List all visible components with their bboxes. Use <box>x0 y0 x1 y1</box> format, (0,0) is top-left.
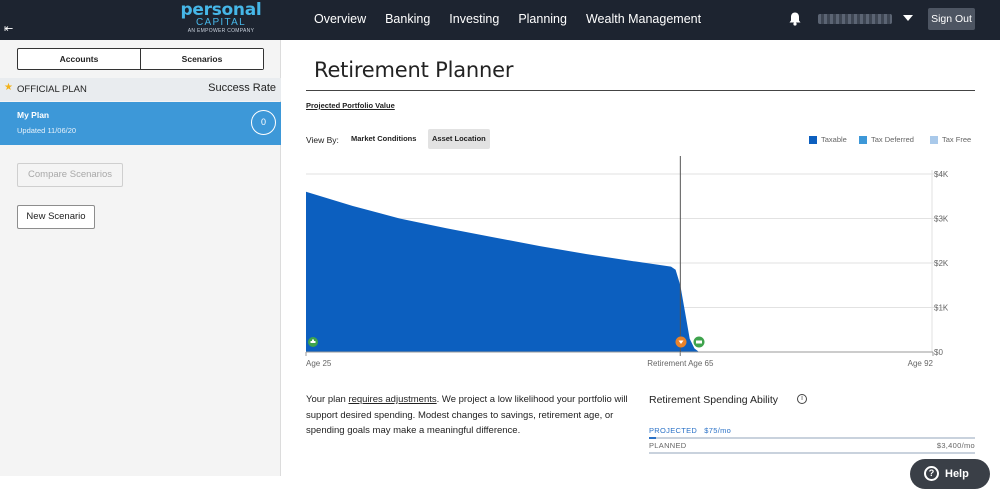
top-nav-bar: ⇤ personal CAPITAL AN EMPOWER COMPANY Ov… <box>0 0 1000 40</box>
x-tick-label: Age 92 <box>908 359 934 368</box>
user-name-redacted[interactable] <box>818 14 892 24</box>
planned-amount: $3,400/mo <box>936 441 975 450</box>
tab-scenarios[interactable]: Scenarios <box>140 49 263 69</box>
projected-label: PROJECTED <box>649 426 698 435</box>
view-by-label: View By: <box>306 135 339 145</box>
legend-label-tax-deferred: Tax Deferred <box>871 135 914 144</box>
plan-item-my-plan[interactable]: My Plan Updated 11/06/20 0 <box>0 102 281 145</box>
milestone-icon-spending[interactable] <box>693 336 705 348</box>
y-tick-label: $3K <box>934 215 949 224</box>
portfolio-value-chart[interactable]: $0$1K$2K$3K$4K Age 25 Retirement Age 65 Ag… <box>300 150 980 372</box>
legend-item-tax-free[interactable]: Tax Free <box>930 135 971 144</box>
logo-tagline: AN EMPOWER COMPANY <box>187 28 255 34</box>
help-question-icon: ? <box>924 466 939 481</box>
help-button[interactable]: ? Help <box>910 459 990 489</box>
x-tick-label: Age 25 <box>306 359 332 368</box>
legend-item-tax-deferred[interactable]: Tax Deferred <box>859 135 914 144</box>
milestone-icon-retirement[interactable] <box>675 336 687 348</box>
logo[interactable]: personal CAPITAL AN EMPOWER COMPANY <box>176 1 266 35</box>
star-icon: ★ <box>4 82 13 93</box>
view-by-market-conditions[interactable]: Market Conditions <box>347 129 420 149</box>
page-title: Retirement Planner <box>314 58 514 82</box>
view-by-asset-location[interactable]: Asset Location <box>428 129 490 149</box>
taxable-area <box>306 191 699 352</box>
projected-portfolio-value-link[interactable]: Projected Portfolio Value <box>306 101 395 110</box>
planned-spending-bar <box>649 452 975 454</box>
legend-label-taxable: Taxable <box>821 135 847 144</box>
planned-spending-row: PLANNED $3,400/mo <box>649 441 975 450</box>
plan-name: My Plan <box>17 110 50 120</box>
plan-success-rate-badge: 0 <box>251 110 276 135</box>
nav-planning[interactable]: Planning <box>518 11 567 27</box>
legend-item-taxable[interactable]: Taxable <box>809 135 847 144</box>
success-rate-label: Success Rate <box>208 82 276 94</box>
plan-advice-text: Your plan requires adjustments. We proje… <box>306 392 631 439</box>
title-divider <box>306 90 975 91</box>
sign-out-button[interactable]: Sign Out <box>928 8 975 30</box>
y-tick-label: $0 <box>934 348 943 357</box>
official-plan-label: OFFICIAL PLAN <box>17 84 87 95</box>
nav-banking[interactable]: Banking <box>385 11 430 27</box>
requires-adjustments-link[interactable]: requires adjustments <box>348 394 436 405</box>
plan-updated-date: Updated 11/06/20 <box>17 126 77 135</box>
projected-spending-row: PROJECTED $75/mo <box>649 426 731 435</box>
projected-spending-bar-fill <box>649 437 657 439</box>
official-plan-header: ★ OFFICIAL PLAN Success Rate <box>0 78 281 101</box>
advice-text-start: Your plan <box>306 394 349 405</box>
legend-swatch-tax-free <box>930 135 938 144</box>
legend-label-tax-free: Tax Free <box>942 135 972 144</box>
compare-scenarios-button[interactable]: Compare Scenarios <box>17 163 123 187</box>
y-tick-label: $1K <box>934 304 949 313</box>
projected-amount: $75/mo <box>704 426 732 435</box>
x-tick-labels: Age 25 Retirement Age 65 Age 92 <box>305 352 934 368</box>
milestone-icon-start[interactable] <box>308 337 318 347</box>
help-label: Help <box>945 468 969 480</box>
nav-overview[interactable]: Overview <box>314 11 366 27</box>
user-menu-caret-icon[interactable] <box>903 15 913 21</box>
new-scenario-button[interactable]: New Scenario <box>17 205 95 229</box>
collapse-sidebar-icon[interactable]: ⇤ <box>4 24 13 35</box>
planned-label: PLANNED <box>649 441 687 450</box>
main-nav: Overview Banking Investing Planning Weal… <box>314 11 701 27</box>
sidebar: Accounts Scenarios ★ OFFICIAL PLAN Succe… <box>0 40 281 476</box>
info-icon[interactable]: i <box>797 394 807 404</box>
retirement-spending-title: Retirement Spending Ability <box>649 394 778 406</box>
x-tick-label: Retirement Age 65 <box>647 359 714 368</box>
legend-swatch-tax-deferred <box>859 135 867 144</box>
sidebar-tab-toggle: Accounts Scenarios <box>17 48 264 70</box>
nav-wealth-management[interactable]: Wealth Management <box>586 11 701 27</box>
tab-accounts[interactable]: Accounts <box>18 49 140 69</box>
nav-investing[interactable]: Investing <box>449 11 499 27</box>
notification-bell-icon[interactable] <box>788 11 802 26</box>
y-tick-labels: $0 $1K $2K $3K $4K <box>934 170 949 357</box>
legend-swatch-taxable <box>809 135 817 144</box>
y-tick-label: $2K <box>934 259 949 268</box>
y-tick-label: $4K <box>934 170 949 179</box>
projected-spending-bar <box>649 437 975 439</box>
